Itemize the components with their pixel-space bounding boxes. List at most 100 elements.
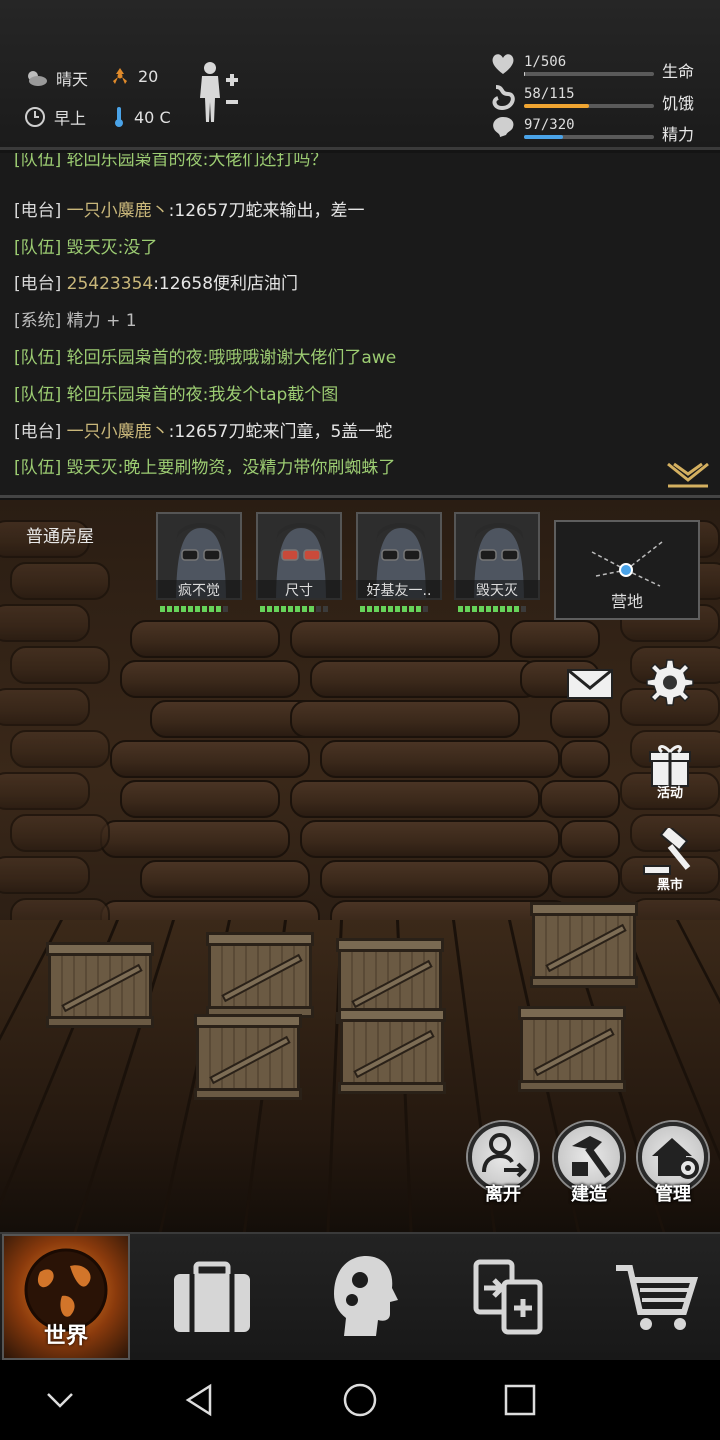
- body-status-button[interactable]: [196, 60, 244, 124]
- hunger-stat: 58/115 饥饿: [490, 84, 710, 114]
- chat-text: :晚上要刷物资，没精力带你刷蜘蛛了: [117, 458, 396, 479]
- auction-hammer-icon: [643, 824, 691, 875]
- team-member-card[interactable]: 毁天灭: [454, 512, 540, 618]
- nav-world[interactable]: 世界: [2, 1234, 130, 1360]
- member-name: 疯不觉: [156, 580, 242, 600]
- storage-crate[interactable]: [46, 942, 154, 1028]
- nav-trade[interactable]: [448, 1234, 568, 1360]
- build-button[interactable]: 建造: [552, 1122, 626, 1206]
- team-member-card[interactable]: 好基友一..: [356, 512, 442, 618]
- hunger-value: 58/115: [524, 86, 575, 102]
- chat-message: [电台] 一只小麋鹿丶:12657刀蛇来输出，差一: [14, 196, 364, 221]
- chat-channel-tag: [队伍]: [14, 348, 62, 368]
- leave-label: 离开: [485, 1184, 521, 1205]
- chat-message: [系统] 精力 + 1: [14, 306, 137, 331]
- chat-text: :大佬们还打吗？: [202, 153, 328, 170]
- events-button[interactable]: 活动: [640, 740, 700, 810]
- chat-sender[interactable]: 轮回乐园枭首的夜: [67, 153, 203, 170]
- member-health-bar: [458, 606, 526, 612]
- radiation-indicator: 20: [110, 66, 158, 86]
- team-member-card[interactable]: 尺寸: [256, 512, 342, 618]
- nav-skills[interactable]: [300, 1234, 420, 1360]
- room-name: 普通房屋: [26, 527, 94, 547]
- temperature-indicator: 40 C: [112, 105, 171, 129]
- chat-sender[interactable]: 25423354: [67, 274, 154, 294]
- storage-crate[interactable]: [530, 902, 638, 988]
- chat-log[interactable]: [队伍] 轮回乐园枭首的夜:大佬们还打吗？ [电台] 一只小麋鹿丶:12657刀蛇…: [0, 153, 720, 498]
- chat-text: :12657刀蛇来输出，差一: [168, 200, 365, 221]
- chat-message: [队伍] 毁天灭:晚上要刷物资，没精力带你刷蜘蛛了: [14, 453, 395, 478]
- black-market-button[interactable]: 黑市: [640, 824, 700, 898]
- nav-shop[interactable]: [596, 1234, 716, 1360]
- bottom-nav: 世界: [0, 1232, 720, 1360]
- chat-message: [队伍] 轮回乐园枭首的夜:哦哦哦谢谢大佬们了awe: [14, 343, 396, 368]
- sun-cloud-icon: [28, 71, 47, 86]
- nav-world-label: 世界: [43, 1324, 88, 1349]
- member-name: 好基友一..: [356, 580, 442, 600]
- room-scene: 普通房屋 疯不觉 尺寸 好基友一.. 毁天灭 营地 活动 黑市 离开 建造 管理: [0, 500, 720, 1232]
- mail-button[interactable]: [560, 652, 620, 722]
- manage-button[interactable]: 管理: [636, 1122, 710, 1206]
- chat-sender[interactable]: 毁天灭: [67, 238, 118, 258]
- chat-channel-tag: [队伍]: [14, 153, 62, 170]
- chat-collapse-button[interactable]: [666, 460, 710, 490]
- chat-text: :我发个tap截个图: [202, 384, 339, 405]
- life-value: 1/506: [524, 54, 567, 70]
- thermometer-icon: [115, 107, 123, 127]
- status-hud: 晴天 20 早上 40 C 1/506 生命 58/115 饥饿 97/320 …: [0, 0, 720, 150]
- member-name: 尺寸: [256, 580, 342, 600]
- chat-message: [队伍] 轮回乐园枭首的夜:大佬们还打吗？: [14, 153, 327, 170]
- storage-crate[interactable]: [338, 1008, 446, 1094]
- chat-sender[interactable]: 毁天灭: [67, 458, 118, 478]
- time-text: 早上: [54, 109, 87, 128]
- storage-crate[interactable]: [206, 932, 314, 1018]
- camp-button[interactable]: 营地: [554, 520, 700, 620]
- chat-text: 精力 + 1: [66, 311, 137, 332]
- chat-channel-tag: [队伍]: [14, 458, 62, 479]
- chat-sender[interactable]: 轮回乐园枭首的夜: [67, 385, 203, 405]
- body-silhouette-icon: [200, 62, 238, 122]
- recents-square-icon[interactable]: [500, 1380, 540, 1420]
- chat-text: :没了: [117, 237, 158, 258]
- chat-text: :12657刀蛇来门童，5盖一蛇: [168, 421, 393, 442]
- storage-crate[interactable]: [194, 1014, 302, 1100]
- stomach-icon: [492, 85, 515, 110]
- energy-value: 97/320: [524, 117, 575, 133]
- chat-channel-tag: [系统]: [14, 311, 62, 332]
- map-node-icon: [591, 541, 663, 587]
- chat-channel-tag: [电台]: [14, 200, 62, 221]
- chat-text: :12658便利店油门: [153, 274, 299, 295]
- system-nav-bar: [0, 1360, 720, 1440]
- settings-button[interactable]: [640, 652, 700, 722]
- gear-icon: [646, 659, 694, 706]
- home-circle-icon[interactable]: [340, 1380, 380, 1420]
- cart-icon: [616, 1265, 699, 1330]
- storage-crate[interactable]: [518, 1006, 626, 1092]
- life-label: 生命: [662, 62, 695, 81]
- head-gears-icon: [334, 1256, 398, 1336]
- chat-sender[interactable]: 一只小麋鹿丶: [67, 422, 169, 442]
- chevron-down-icon[interactable]: [40, 1380, 80, 1420]
- chat-channel-tag: [队伍]: [14, 237, 62, 258]
- team-member-card[interactable]: 疯不觉: [156, 512, 242, 618]
- chat-sender[interactable]: 一只小麋鹿丶: [67, 201, 169, 221]
- radiation-icon: [113, 68, 127, 84]
- chat-message: [队伍] 毁天灭:没了: [14, 233, 157, 258]
- black-market-label: 黑市: [656, 878, 683, 893]
- weather-text: 晴天: [56, 70, 89, 89]
- energy-bar: [524, 135, 654, 139]
- chat-sender[interactable]: 轮回乐园枭首的夜: [67, 348, 203, 368]
- time-indicator: 早上: [24, 105, 86, 129]
- backpack-icon: [174, 1261, 250, 1332]
- hunger-label: 饥饿: [662, 94, 695, 113]
- back-triangle-icon[interactable]: [180, 1380, 220, 1420]
- member-health-bar: [160, 606, 228, 612]
- trade-icon: [473, 1259, 543, 1335]
- chat-channel-tag: [电台]: [14, 274, 62, 295]
- chat-message: [电台] 25423354:12658便利店油门: [14, 269, 298, 294]
- leave-button[interactable]: 离开: [466, 1122, 540, 1206]
- chat-message: [队伍] 轮回乐园枭首的夜:我发个tap截个图: [14, 380, 338, 405]
- temperature-value: 40 C: [134, 107, 171, 127]
- nav-backpack[interactable]: [150, 1234, 270, 1360]
- build-label: 建造: [571, 1184, 607, 1205]
